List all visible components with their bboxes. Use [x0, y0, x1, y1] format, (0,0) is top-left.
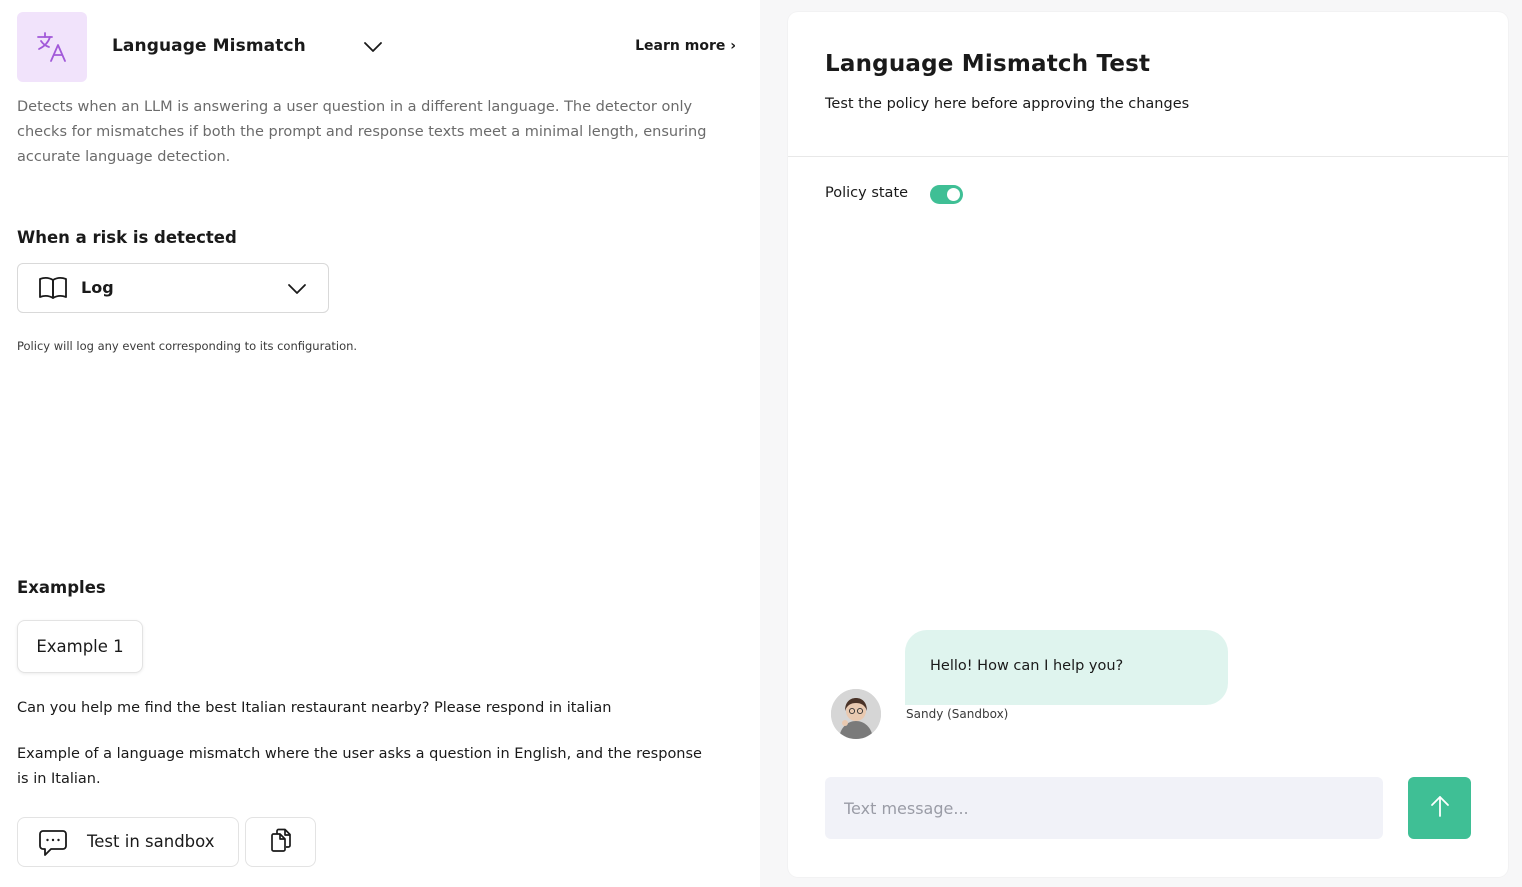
- test-in-sandbox-button[interactable]: Test in sandbox: [17, 817, 239, 867]
- chat-sender-name: Sandy (Sandbox): [906, 707, 1009, 721]
- risk-action-hint: Policy will log any event corresponding …: [17, 339, 358, 353]
- avatar: [831, 689, 881, 739]
- copy-icon: [270, 828, 292, 856]
- policy-test-panel: Language Mismatch Test Test the policy h…: [788, 12, 1508, 877]
- policy-description: Detects when an LLM is answering a user …: [17, 99, 707, 165]
- test-panel-title: Language Mismatch Test: [825, 51, 1151, 77]
- risk-action-dropdown[interactable]: Log: [17, 263, 329, 313]
- policy-state-label: Policy state: [825, 185, 909, 201]
- examples-section-title: Examples: [17, 578, 106, 597]
- book-icon: [38, 275, 68, 301]
- risk-action-value: Log: [81, 278, 114, 297]
- example-description: Example of a language mismatch where the…: [17, 746, 702, 787]
- policy-header: Language Mismatch Learn more ›: [17, 12, 742, 82]
- tab-example-1[interactable]: Example 1: [17, 620, 143, 673]
- policy-title: Language Mismatch: [112, 36, 306, 56]
- test-panel-subtitle: Test the policy here before approving th…: [825, 96, 1190, 112]
- toggle-knob: [947, 188, 960, 201]
- chat-message-bubble: Hello! How can I help you?: [905, 630, 1228, 705]
- chevron-down-icon[interactable]: [362, 36, 384, 58]
- policy-config-pane: Language Mismatch Learn more › Detects w…: [0, 0, 760, 887]
- chevron-down-icon: [286, 278, 308, 300]
- chat-bubble-icon: [38, 829, 68, 857]
- risk-section-title: When a risk is detected: [17, 228, 237, 247]
- learn-more-link[interactable]: Learn more ›: [635, 38, 736, 54]
- send-button[interactable]: [1408, 777, 1471, 839]
- message-input[interactable]: [825, 777, 1383, 839]
- translate-icon: [17, 12, 87, 82]
- chat-message-text: Hello! How can I help you?: [930, 658, 1124, 674]
- policy-state-toggle[interactable]: [930, 185, 963, 204]
- sandbox-button-label: Test in sandbox: [87, 832, 215, 851]
- test-panel-header: Language Mismatch Test Test the policy h…: [788, 12, 1508, 157]
- arrow-up-icon: [1429, 794, 1451, 822]
- example-prompt: Can you help me find the best Italian re…: [17, 700, 612, 716]
- copy-button[interactable]: [245, 817, 316, 867]
